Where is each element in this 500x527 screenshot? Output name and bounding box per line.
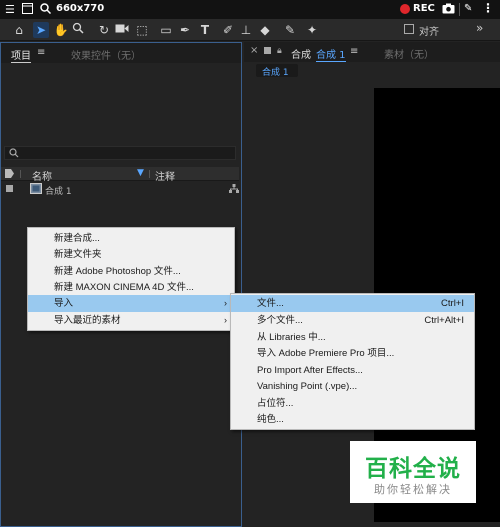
recorder-bar: ☰ 660x770 REC ✎ ⋮: [0, 0, 500, 19]
window-icon[interactable]: [22, 3, 33, 17]
pen-icon[interactable]: ✎: [464, 3, 472, 14]
project-panel-tabs: 项目 ≡ 效果控件（无）: [1, 43, 241, 63]
column-comment[interactable]: 注释: [155, 168, 175, 183]
submenu-arrow-icon: ›: [224, 315, 227, 325]
camera-tool-icon[interactable]: [114, 22, 130, 38]
rec-label[interactable]: REC: [413, 3, 435, 14]
label-color-swatch[interactable]: [6, 185, 13, 192]
pen-tool-icon[interactable]: ✒: [177, 22, 193, 38]
expand-icon[interactable]: »: [476, 21, 483, 35]
project-search-input[interactable]: [4, 146, 236, 160]
tab-composition-prefix[interactable]: 合成: [291, 46, 311, 61]
submenu-item-solid[interactable]: 纯色...: [231, 411, 474, 428]
breadcrumb[interactable]: 合成 1: [256, 64, 298, 78]
tab-composition[interactable]: 合成 1: [316, 46, 346, 62]
home-icon[interactable]: ⌂: [11, 22, 27, 38]
submenu-item-from-libraries[interactable]: 从 Libraries 中...: [231, 329, 474, 346]
submenu-item-premiere-project[interactable]: 导入 Adobe Premiere Pro 项目...: [231, 345, 474, 362]
pan-behind-tool-icon[interactable]: ⬚: [134, 22, 150, 38]
eraser-tool-icon[interactable]: ◆: [257, 22, 273, 38]
rectangle-tool-icon[interactable]: ▭: [158, 22, 174, 38]
panel-menu-icon[interactable]: ≡: [37, 47, 45, 58]
submenu-item-placeholder[interactable]: 占位符...: [231, 395, 474, 412]
import-submenu: 文件... Ctrl+I 多个文件... Ctrl+Alt+I 从 Librarie…: [230, 293, 475, 430]
rotate-tool-icon[interactable]: ↻: [96, 22, 112, 38]
project-item-name: 合成 1: [45, 187, 72, 197]
submenu-item-pro-import[interactable]: Pro Import After Effects...: [231, 362, 474, 379]
record-dot-icon[interactable]: [400, 4, 410, 14]
watermark-subtitle: 助你轻松解决: [374, 483, 452, 496]
sort-arrow-icon[interactable]: ▼: [137, 168, 144, 178]
menu-item-import-recent[interactable]: 导入最近的素材 ›: [28, 312, 234, 329]
roto-brush-tool-icon[interactable]: ✎: [282, 22, 298, 38]
submenu-arrow-icon: ›: [224, 298, 227, 308]
panel-menu-icon[interactable]: ≡: [350, 46, 358, 57]
submenu-item-file[interactable]: 文件... Ctrl+I: [231, 295, 474, 312]
context-menu: 新建合成... 新建文件夹 新建 Adobe Photoshop 文件... 新…: [27, 227, 235, 331]
menu-item-import[interactable]: 导入 ›: [28, 295, 234, 312]
menu-item-new-photoshop-file[interactable]: 新建 Adobe Photoshop 文件...: [28, 263, 234, 280]
tab-project[interactable]: 项目: [11, 47, 31, 63]
hand-tool-icon[interactable]: ✋: [53, 22, 69, 38]
align-checkbox[interactable]: [403, 22, 415, 38]
tab-effect-controls[interactable]: 效果控件（无）: [71, 47, 141, 62]
zoom-tool-icon[interactable]: [70, 22, 86, 38]
watermark-title: 百科全说: [365, 456, 461, 482]
align-label: 对齐: [419, 27, 439, 38]
lock-icon[interactable]: 🔒︎: [277, 46, 282, 56]
tab-label-swatch: [264, 47, 271, 54]
menu-item-new-cinema4d-file[interactable]: 新建 MAXON CINEMA 4D 文件...: [28, 279, 234, 296]
watermark: 百科全说 助你轻松解决: [350, 441, 476, 503]
tab-footage[interactable]: 素材（无）: [384, 46, 434, 61]
search-icon[interactable]: [40, 3, 52, 17]
close-tab-icon[interactable]: ×: [250, 45, 258, 56]
submenu-item-multiple-files[interactable]: 多个文件... Ctrl+Alt+I: [231, 312, 474, 329]
brush-tool-icon[interactable]: ✐: [220, 22, 236, 38]
more-icon[interactable]: ⋮: [482, 1, 494, 15]
submenu-item-vanishing-point[interactable]: Vanishing Point (.vpe)...: [231, 378, 474, 395]
capture-dimensions: 660x770: [56, 3, 105, 14]
flowchart-icon[interactable]: [229, 184, 239, 197]
search-icon: [9, 148, 20, 161]
type-tool-icon[interactable]: T: [197, 22, 213, 38]
breadcrumb-label: 合成 1: [262, 68, 289, 78]
camera-icon[interactable]: [442, 3, 455, 17]
label-column-icon[interactable]: [5, 169, 14, 181]
puppet-tool-icon[interactable]: ✦: [304, 22, 320, 38]
clone-stamp-tool-icon[interactable]: ⊥: [238, 22, 254, 38]
composition-panel-tabs: × 🔒︎ 合成 合成 1 ≡ 素材（无）: [244, 42, 500, 62]
project-table-header: 名称 ▼ 注释: [1, 167, 239, 183]
column-name[interactable]: 名称: [32, 168, 52, 183]
selection-tool-icon[interactable]: ➤: [33, 22, 49, 38]
menu-icon[interactable]: ☰: [5, 3, 15, 16]
tools-toolbar: ⌂ ➤ ✋ ↻ ⬚ ▭ ✒ T ✐ ⊥ ◆ ✎ ✦ 对齐 »: [0, 19, 500, 41]
menu-item-new-composition[interactable]: 新建合成...: [28, 230, 234, 247]
menu-item-new-folder[interactable]: 新建文件夹: [28, 246, 234, 263]
project-item-row[interactable]: 合成 1: [1, 182, 239, 197]
composition-icon: [30, 183, 42, 197]
